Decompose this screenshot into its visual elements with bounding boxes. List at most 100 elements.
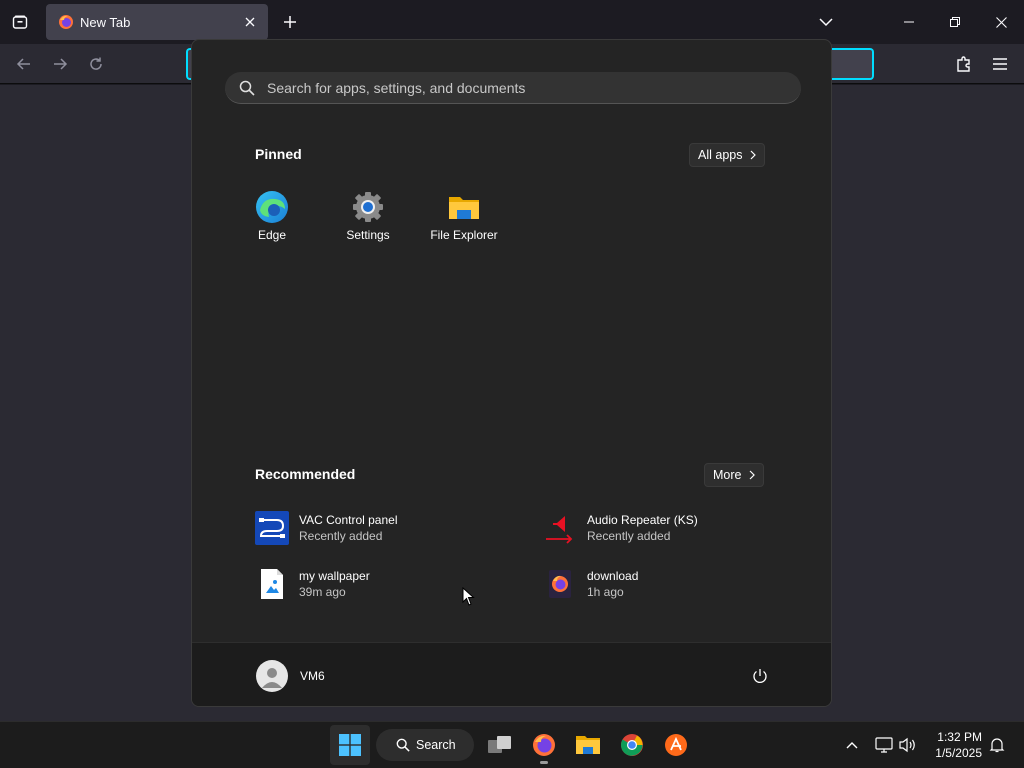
power-button[interactable]: [748, 664, 772, 688]
recommended-item-name: download: [587, 569, 639, 583]
back-button[interactable]: [12, 52, 36, 76]
pinned-app-label: File Explorer: [430, 228, 498, 242]
arrow-right-icon: [54, 58, 68, 70]
tab-title: New Tab: [80, 14, 131, 30]
chevron-up-icon: [846, 742, 858, 749]
task-view-button[interactable]: [480, 725, 520, 765]
firefox-favicon-icon: [59, 15, 73, 29]
close-icon: [995, 16, 1007, 28]
recommended-item[interactable]: my wallpaper 39m ago: [255, 562, 515, 606]
folder-icon: [449, 197, 479, 219]
chevron-right-icon: [750, 470, 756, 480]
arrow-left-icon: [16, 58, 30, 70]
more-label: More: [713, 468, 742, 482]
close-window-button[interactable]: [978, 0, 1024, 44]
windows-logo-icon: [339, 734, 361, 756]
start-search-input[interactable]: Search for apps, settings, and documents: [225, 72, 801, 104]
window-controls: [886, 0, 1024, 44]
recommended-item[interactable]: download 1h ago: [543, 562, 803, 606]
chevron-right-icon: [751, 150, 757, 160]
all-apps-button[interactable]: All apps: [689, 143, 766, 167]
user-account-button[interactable]: VM6: [256, 660, 325, 692]
taskbar-firefox[interactable]: [524, 725, 564, 765]
running-indicator: [540, 761, 548, 764]
taskbar-app[interactable]: [656, 725, 696, 765]
recommended-item[interactable]: Audio Repeater (KS) Recently added: [543, 506, 803, 550]
bell-icon: [989, 738, 1005, 753]
speaker-icon: [899, 737, 915, 753]
recommended-item-name: Audio Repeater (KS): [587, 513, 698, 527]
start-menu: Search for apps, settings, and documents…: [191, 39, 832, 707]
minimize-icon: [904, 21, 914, 23]
reload-icon: [90, 57, 102, 70]
taskbar: Search 1:32 PM 1/5/2025: [0, 721, 1024, 768]
recommended-item-detail: 39m ago: [299, 585, 346, 599]
new-tab-button[interactable]: [278, 10, 302, 34]
firefox-file-icon: [543, 567, 577, 601]
task-view-icon: [488, 736, 511, 753]
taskbar-search-button[interactable]: Search: [376, 729, 474, 761]
tab-close-button[interactable]: [238, 10, 262, 34]
extensions-button[interactable]: [952, 52, 976, 76]
power-icon: [753, 669, 767, 683]
restore-icon: [950, 17, 960, 27]
edge-icon: [256, 191, 288, 223]
list-all-tabs-button[interactable]: [814, 10, 838, 34]
network-button[interactable]: [872, 733, 896, 757]
speaker-arrow-icon: [543, 511, 577, 545]
firefox-icon: [533, 734, 555, 756]
taskbar-file-explorer[interactable]: [568, 725, 608, 765]
search-icon: [239, 80, 255, 96]
search-icon: [396, 738, 410, 752]
user-icon: [262, 668, 282, 688]
browser-titlebar: New Tab: [0, 0, 1024, 44]
recommended-item-detail: Recently added: [299, 529, 383, 543]
mouse-cursor-icon: [462, 587, 475, 606]
recommended-item-detail: 1h ago: [587, 585, 624, 599]
url-bar-end[interactable]: [826, 48, 874, 80]
forward-button[interactable]: [48, 52, 72, 76]
minimize-button[interactable]: [886, 0, 932, 44]
restore-button[interactable]: [932, 0, 978, 44]
image-file-icon: [255, 567, 289, 601]
all-apps-label: All apps: [698, 148, 743, 162]
clock-time: 1:32 PM: [937, 730, 982, 744]
app-launcher-icon: [665, 734, 687, 756]
pinned-app-file-explorer[interactable]: File Explorer: [416, 190, 512, 254]
notifications-button[interactable]: [985, 733, 1009, 757]
recommended-item-name: my wallpaper: [299, 569, 370, 583]
folder-icon: [576, 736, 600, 754]
pinned-app-label: Settings: [346, 228, 390, 242]
pinned-app-settings[interactable]: Settings: [320, 190, 416, 254]
browser-tab[interactable]: New Tab: [46, 4, 268, 40]
puzzle-piece-icon: [957, 56, 970, 72]
more-button[interactable]: More: [704, 463, 765, 487]
network-monitor-icon: [875, 737, 893, 753]
taskbar-search-label: Search: [416, 738, 456, 752]
start-button[interactable]: [330, 725, 370, 765]
show-hidden-icons-button[interactable]: [840, 733, 864, 757]
taskbar-clock[interactable]: 1:32 PM 1/5/2025: [924, 729, 982, 761]
firefox-view-icon: [12, 15, 28, 29]
chrome-icon: [621, 734, 643, 756]
pinned-app-edge[interactable]: Edge: [224, 190, 320, 254]
plus-icon: [284, 16, 296, 28]
recommended-item-detail: Recently added: [587, 529, 671, 543]
pinned-app-label: Edge: [257, 228, 287, 242]
settings-gear-icon: [353, 192, 383, 222]
recommended-item-name: VAC Control panel: [299, 513, 398, 527]
app-menu-button[interactable]: [988, 52, 1012, 76]
chevron-down-icon: [819, 18, 833, 27]
pinned-title: Pinned: [255, 146, 302, 162]
firefox-view-button[interactable]: [8, 10, 32, 34]
hamburger-menu-icon: [993, 58, 1007, 70]
vac-cable-icon: [255, 511, 289, 545]
recommended-item[interactable]: VAC Control panel Recently added: [255, 506, 515, 550]
reload-button[interactable]: [84, 52, 108, 76]
start-footer: VM6: [192, 642, 831, 706]
user-name: VM6: [300, 669, 325, 683]
taskbar-chrome[interactable]: [612, 725, 652, 765]
volume-button[interactable]: [896, 733, 920, 757]
search-placeholder: Search for apps, settings, and documents: [267, 79, 526, 96]
recommended-title: Recommended: [255, 466, 356, 482]
